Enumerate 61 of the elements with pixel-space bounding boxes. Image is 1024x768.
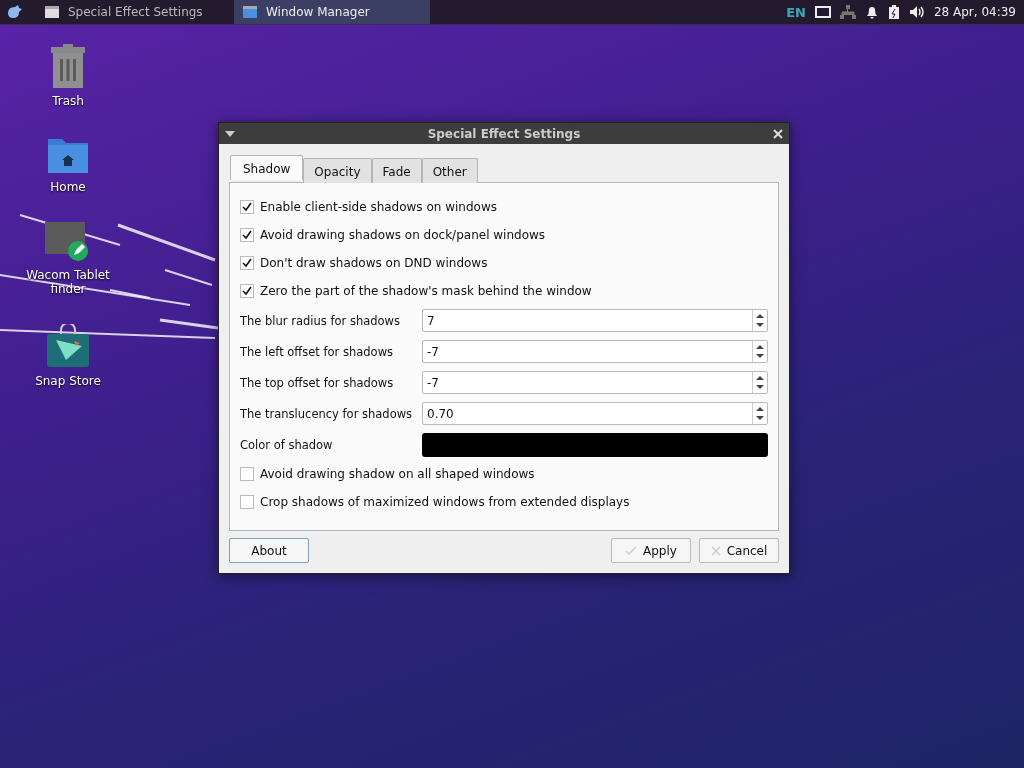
tab[interactable]: Opacity <box>303 158 372 183</box>
desktop-icon-label[interactable]: Trash <box>23 94 113 108</box>
taskbar-button[interactable]: Window Manager <box>234 0 430 24</box>
tab[interactable]: Fade <box>371 158 422 183</box>
field-label: The blur radius for shadows <box>240 313 401 328</box>
tick-icon <box>242 286 252 296</box>
spin-arrows-icon[interactable] <box>752 403 767 424</box>
taskbar-button[interactable]: Special Effect Settings <box>36 0 226 24</box>
desktop-icon-label[interactable]: Home <box>23 180 113 194</box>
checkbox[interactable] <box>240 495 254 509</box>
spin-box[interactable]: 0.70 <box>422 402 768 425</box>
menu-caret-icon[interactable] <box>225 130 235 137</box>
field-label: The left offset for shadows <box>240 344 395 359</box>
desktop-icon-label[interactable]: Wacom Tablet finder <box>23 268 113 296</box>
cross-icon <box>710 545 721 556</box>
apply-button[interactable]: Apply <box>611 538 691 563</box>
spin-box[interactable]: 7 <box>422 309 768 332</box>
checkbox-label: Crop shadows of maximized windows from extended displays <box>260 495 630 509</box>
monitor-icon[interactable] <box>814 5 831 19</box>
tick-icon <box>625 545 638 556</box>
spin-arrows-icon[interactable] <box>752 372 767 393</box>
home-folder-icon[interactable] <box>47 136 89 174</box>
tick-icon <box>242 258 252 268</box>
field-label: The translucency for shadows <box>240 406 414 421</box>
checkbox-label: Avoid drawing shadows on dock/panel windows <box>260 228 546 242</box>
notification-bell-icon[interactable] <box>864 5 879 19</box>
checkbox-label: Enable client-side shadows on windows <box>260 200 497 214</box>
about-button[interactable]: About <box>229 538 309 563</box>
checkbox[interactable] <box>240 284 254 298</box>
tick-icon <box>242 202 252 212</box>
trash-icon[interactable] <box>50 44 86 88</box>
spin-arrows-icon[interactable] <box>752 341 767 362</box>
keyboard-layout-indicator[interactable]: EN <box>786 4 806 20</box>
checkbox[interactable] <box>240 228 254 242</box>
window-title: Special Effect Settings <box>426 126 582 141</box>
spin-arrows-icon[interactable] <box>752 310 767 331</box>
spin-box[interactable]: -7 <box>422 371 768 394</box>
checkbox-label: Avoid drawing shadow on all shaped windows <box>260 467 535 481</box>
pen-app-icon[interactable] <box>45 222 91 262</box>
field-label: The top offset for shadows <box>240 375 395 390</box>
checkbox-label: Zero the part of the shadow's mask behind the window <box>260 284 592 298</box>
close-icon[interactable] <box>773 128 783 139</box>
tick-icon <box>242 230 252 240</box>
window-icon <box>242 5 258 19</box>
checkbox[interactable] <box>240 200 254 214</box>
field-label: Color of shadow <box>240 437 334 452</box>
cancel-button[interactable]: Cancel <box>699 538 779 563</box>
spin-box[interactable]: -7 <box>422 340 768 363</box>
shopping-bag-icon[interactable] <box>46 324 90 368</box>
network-icon[interactable] <box>839 5 856 19</box>
speaker-icon[interactable] <box>908 5 925 19</box>
checkbox[interactable] <box>240 256 254 270</box>
window-icon <box>44 5 60 19</box>
color-picker-button[interactable] <box>422 432 768 457</box>
checkbox-label: Don't draw shadows on DND windows <box>260 256 488 270</box>
tab[interactable]: Other <box>421 158 478 183</box>
battery-icon[interactable] <box>887 5 900 19</box>
desktop-icon-label[interactable]: Snap Store <box>23 374 113 388</box>
clock[interactable]: 28 Apr, 04:39 <box>933 5 1016 19</box>
checkbox[interactable] <box>240 467 254 481</box>
tab[interactable]: Shadow <box>230 155 304 180</box>
